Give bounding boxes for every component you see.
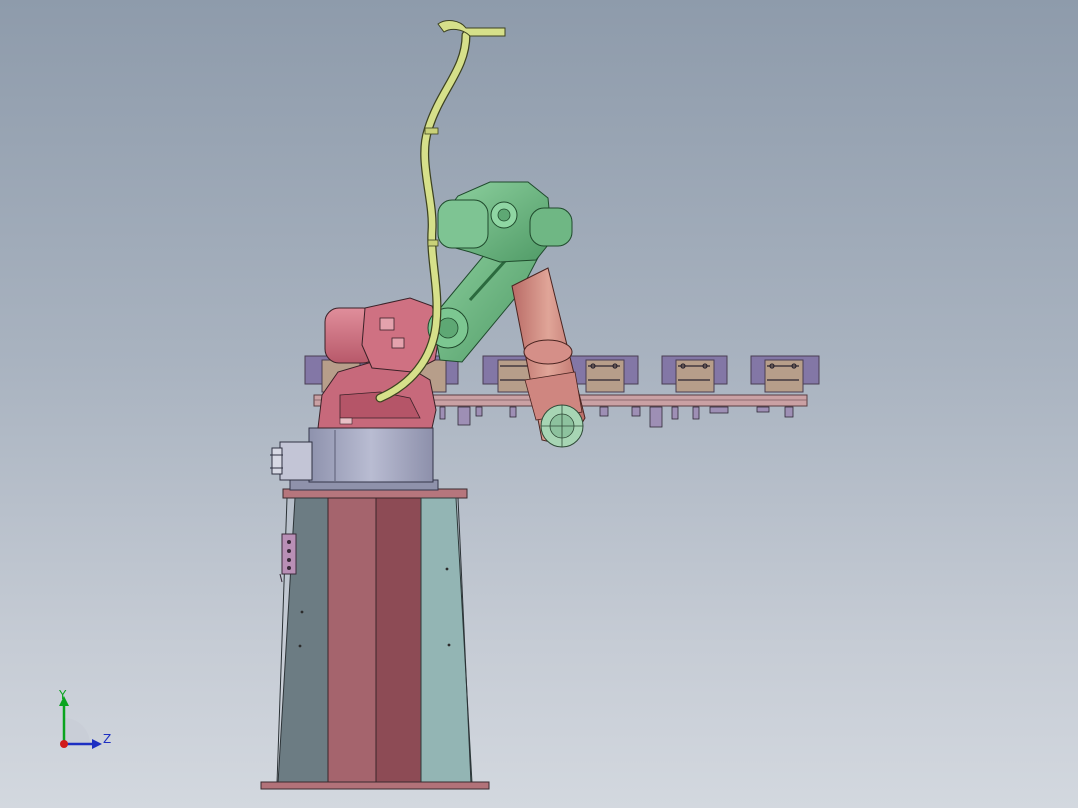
axis1-motor [270,441,313,481]
wrist-tool[interactable] [540,404,584,448]
pedestal-base-plate [260,781,490,790]
triad-z-label: Z [103,732,112,746]
triad-z-arrow [92,739,102,749]
axis4-motor [529,207,573,247]
pedestal-face-red [375,497,422,784]
triad-x-axis [60,740,68,748]
turret-cylinder [308,427,434,483]
robot-cell-model[interactable] [0,0,1078,808]
triad-xy-plane [64,718,90,744]
rail-connectors [439,406,794,428]
robot-base[interactable] [270,297,441,491]
pedestal-face-pink [327,497,377,784]
axis3-motor [437,199,489,249]
wrist-collar [523,339,573,365]
pedestal-column[interactable] [260,488,490,790]
triad-y-label: Y [59,688,67,702]
hose-hanger [437,20,506,37]
cad-viewport[interactable]: Y Z [0,0,1078,808]
